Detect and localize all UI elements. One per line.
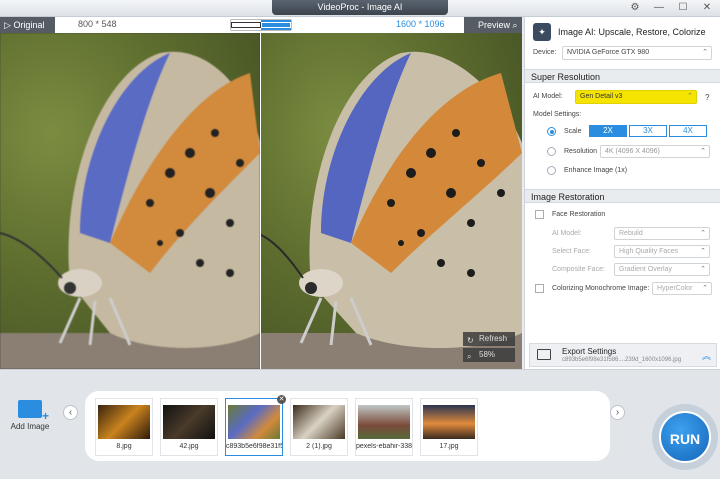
original-image [0,33,260,369]
upscaled-image [261,33,522,369]
device-label: Device: [533,49,557,56]
settings-panel: ✦ Image AI: Upscale, Restore, Colorize D… [524,17,720,369]
thumbnail-image [98,405,150,439]
chevron-left-icon: ‹ [68,407,73,418]
thumbnail-item[interactable]: pexels-ebahir-338... [355,398,413,456]
thumbnail-image [163,405,215,439]
scroll-left-button[interactable]: ‹ [63,405,78,420]
monitor-gear-icon [537,349,551,360]
ir-ai-model-label: AI Model: [552,230,582,237]
colorizing-checkbox[interactable] [535,284,544,293]
refresh-icon: ↻ [467,336,474,345]
sr-ai-model-label: AI Model: [533,93,563,100]
scroll-right-button[interactable]: › [610,405,625,420]
sr-ai-model-select[interactable]: Gen Detail v3 [575,90,697,104]
add-image-icon [18,400,49,423]
chevron-right-icon: › [615,407,620,418]
play-icon: ▷ [4,20,11,30]
thumbnail-item[interactable]: 17.jpg [420,398,478,456]
select-face-select[interactable]: High Quality Faces [614,245,710,258]
output-dimensions: 1600 * 1096 [396,19,445,29]
chevron-up-icon[interactable]: ︽ [702,349,711,362]
window-title: VideoProc - Image AI [272,0,448,15]
original-dimensions: 800 * 548 [78,19,117,29]
add-image-button[interactable]: Add Image [10,400,50,431]
view-mode-toggle[interactable] [230,19,292,31]
thumbnail-item[interactable]: 2 (1).jpg [290,398,348,456]
thumbnail-image [228,405,280,439]
zoom-button[interactable]: ⌕ 58% [463,348,515,362]
resolution-radio[interactable] [547,147,556,156]
zoom-icon: ⌕ [467,352,472,361]
run-button[interactable]: RUN [659,411,711,463]
model-settings-label: Model Settings: [533,111,582,118]
scale-3x-button[interactable]: 3X [629,125,667,137]
side-by-side-icon [261,22,291,28]
split-view-icon [231,22,261,28]
export-settings[interactable]: Export Settings c893b5e6f98e31f586....23… [529,343,717,367]
export-settings-title: Export Settings [562,347,617,356]
original-button[interactable]: ▷ Original [0,17,55,33]
preview-toolbar: ▷ Original 800 * 548 1600 * 1096 Preview… [0,17,522,33]
device-select[interactable]: NVIDIA GeForce GTX 980 [562,46,712,60]
thumbnail-item-selected[interactable]: c893b5e6f98e31f586... ✕ [225,395,286,456]
select-face-label: Select Face: [552,248,591,255]
ir-ai-model-select[interactable]: Rebuild [614,227,710,240]
scale-label: Scale [564,128,582,135]
close-button[interactable]: ✕ [698,1,716,15]
remove-thumbnail-icon[interactable]: ✕ [277,395,286,404]
colorizing-select[interactable]: HyperColor [652,282,712,295]
preview-area: ▷ Original 800 * 548 1600 * 1096 Preview… [0,17,522,369]
export-filename: c893b5e6f98e31f586....239d_1600x1096.jpg [562,357,682,363]
panel-title: Image AI: Upscale, Restore, Colorize [558,27,706,37]
face-restoration-label: Face Restoration [552,211,606,218]
face-restoration-checkbox[interactable] [535,210,544,219]
split-view-option[interactable] [231,20,261,30]
thumbnail-image [423,405,475,439]
preview-button[interactable]: Preview ⌕ [464,17,522,33]
help-icon[interactable]: ? [705,93,709,102]
minimize-button[interactable]: — [650,1,668,15]
comparison-divider[interactable] [260,33,261,369]
enhance-radio[interactable] [547,166,556,175]
scale-2x-button[interactable]: 2X [589,125,627,137]
gear-icon[interactable]: ⚙ [626,1,644,15]
resolution-select[interactable]: 4K (4096 X 4096) [600,145,710,158]
search-icon: ⌕ [512,20,518,30]
composite-face-select[interactable]: Gradient Overlay [614,263,710,276]
panel-header: ✦ Image AI: Upscale, Restore, Colorize [525,17,720,47]
composite-face-label: Composite Face: [552,266,605,273]
side-by-side-option[interactable] [261,20,291,30]
thumbnail-item[interactable]: 8.jpg [95,398,153,456]
colorizing-label: Colorizing Monochrome Image: [552,285,650,292]
image-ai-logo-icon: ✦ [533,23,551,41]
thumbnail-image [293,405,345,439]
thumbnail-image [358,405,410,439]
scale-4x-button[interactable]: 4X [669,125,707,137]
maximize-button[interactable]: ☐ [674,1,692,15]
refresh-button[interactable]: ↻ Refresh [463,332,515,346]
image-restoration-header: Image Restoration [525,189,720,203]
enhance-label: Enhance Image (1x) [564,167,628,174]
title-bar: VideoProc - Image AI ⚙ — ☐ ✕ [0,0,720,17]
super-resolution-header: Super Resolution [525,69,720,83]
thumbnail-item[interactable]: 42.jpg [160,398,218,456]
resolution-label: Resolution [564,148,598,155]
scale-radio[interactable] [547,127,556,136]
